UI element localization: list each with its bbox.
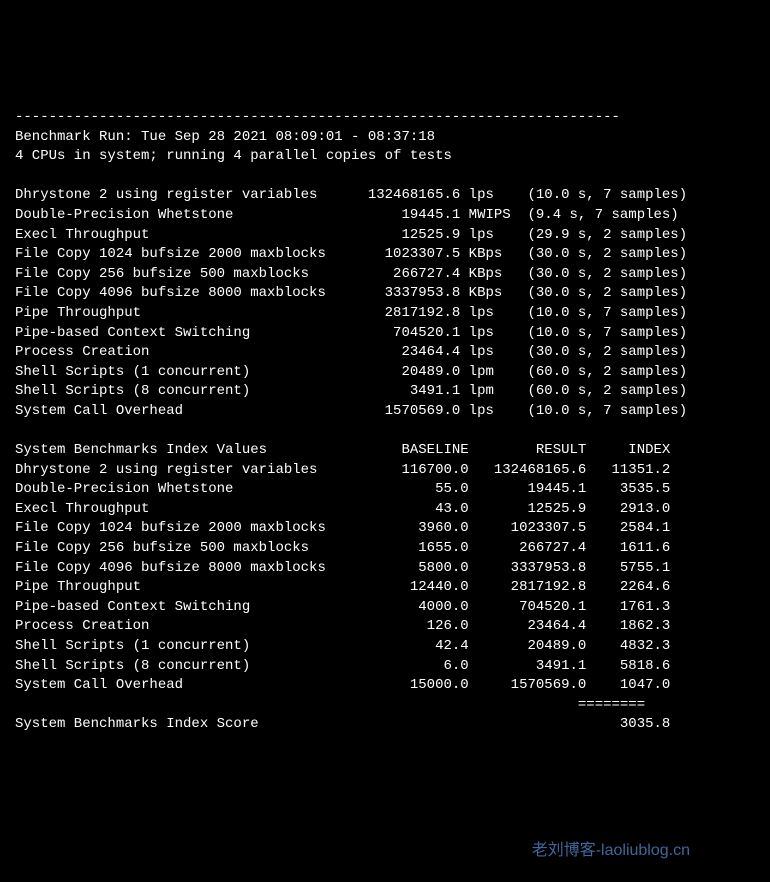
score-divider: ========	[15, 697, 645, 713]
watermark-text: 老刘博客-laoliublog.cn	[532, 840, 690, 862]
results-block: Dhrystone 2 using register variables 132…	[15, 187, 687, 419]
index-block: System Benchmarks Index Values BASELINE …	[15, 442, 670, 693]
cpu-info-line: 4 CPUs in system; running 4 parallel cop…	[15, 148, 452, 164]
benchmark-run-line: Benchmark Run: Tue Sep 28 2021 08:09:01 …	[15, 129, 435, 145]
divider-top: ----------------------------------------…	[15, 109, 620, 125]
terminal-output: ----------------------------------------…	[15, 88, 755, 735]
score-line: System Benchmarks Index Score 3035.8	[15, 716, 670, 732]
